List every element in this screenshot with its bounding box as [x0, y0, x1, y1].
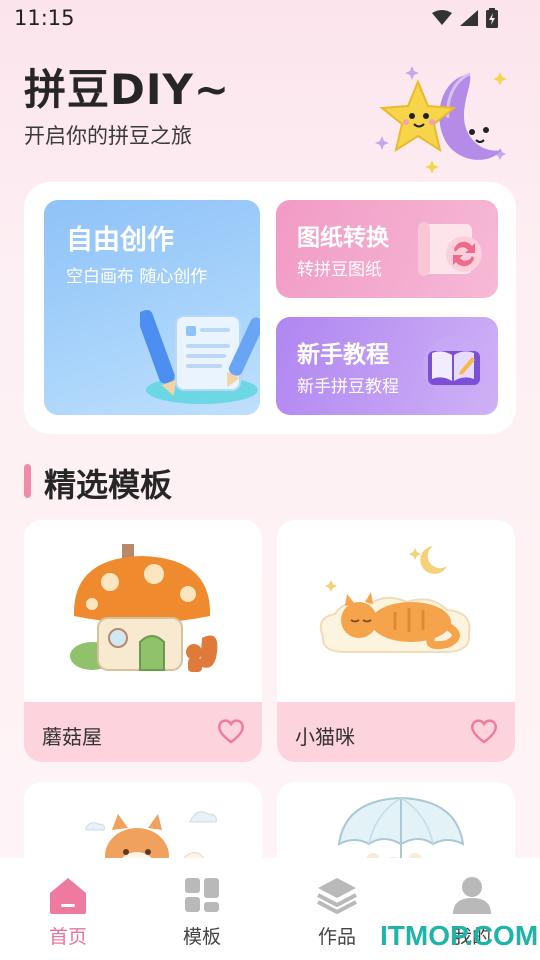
template-bar: 小猫咪 [277, 702, 515, 762]
status-icons [432, 8, 498, 28]
page-title: 拼豆DIY~ [24, 65, 231, 114]
template-card[interactable]: 蘑菇屋 [24, 520, 262, 762]
user-icon [453, 877, 491, 914]
beginner-tutorial-card[interactable]: 新手教程 新手拼豆教程 [276, 317, 498, 415]
beginner-tutorial-title: 新手教程 [297, 342, 389, 368]
nav-tab-works[interactable]: 作品 [287, 858, 387, 960]
layers-icon [317, 878, 357, 914]
wifi-icon [432, 10, 452, 25]
nav-tab-templates[interactable]: 模板 [152, 858, 252, 960]
free-create-card[interactable]: 自由创作 空白画布 随心创作 [44, 200, 260, 415]
nav-label-home: 首页 [48, 926, 87, 948]
pattern-convert-title: 图纸转换 [297, 225, 389, 251]
template-name: 蘑菇屋 [42, 725, 102, 749]
section-accent-bar [24, 464, 31, 498]
open-book-icon [423, 336, 483, 396]
heart-icon[interactable] [216, 716, 246, 746]
pattern-convert-card[interactable]: 图纸转换 转拼豆图纸 [276, 200, 498, 298]
heart-icon[interactable] [469, 716, 499, 746]
site-watermark: ITMOP.COM [380, 920, 539, 951]
template-name: 小猫咪 [295, 725, 355, 749]
grid-template-icon [185, 878, 219, 912]
free-create-subtitle: 空白画布 随心创作 [66, 267, 208, 287]
mushroom-house-illustration [70, 544, 218, 672]
nav-label-templates: 模板 [182, 926, 221, 948]
pattern-convert-subtitle: 转拼豆图纸 [297, 260, 382, 280]
free-create-title: 自由创作 [66, 225, 174, 256]
signal-icon [460, 10, 478, 26]
nav-tab-home[interactable]: 首页 [18, 858, 118, 960]
template-bar: 蘑菇屋 [24, 702, 262, 762]
sleeping-cat-illustration [319, 546, 471, 653]
feature-panel: 自由创作 空白画布 随心创作 图纸转换 转拼豆图纸 新手教程 新手拼豆教程 [24, 182, 516, 434]
canvas-pencil-icon [140, 309, 260, 404]
template-card[interactable]: 小猫咪 [277, 520, 515, 762]
section-title: 精选模板 [44, 466, 173, 504]
document-refresh-icon [418, 222, 482, 276]
beginner-tutorial-subtitle: 新手拼豆教程 [297, 377, 399, 397]
status-bar: 11:15 [0, 0, 540, 36]
battery-icon [486, 8, 498, 28]
home-icon [50, 878, 86, 914]
status-time: 11:15 [14, 6, 75, 30]
page-subtitle: 开启你的拼豆之旅 [24, 124, 192, 148]
star-moon-mascot-illustration [375, 66, 507, 174]
nav-label-works: 作品 [317, 926, 356, 948]
